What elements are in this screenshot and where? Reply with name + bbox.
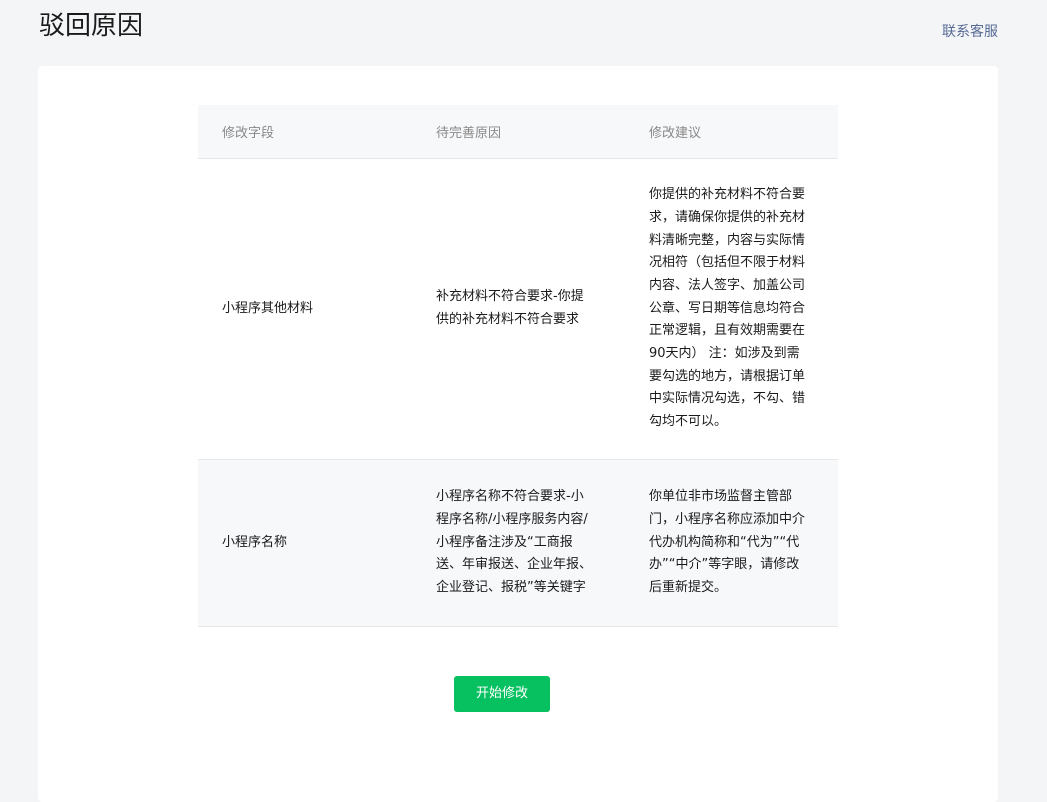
cell-field-text: 小程序其他材料 (222, 300, 314, 316)
cell-field: 小程序其他材料 (198, 158, 412, 460)
page-title: 驳回原因 (39, 11, 144, 41)
contact-support-link[interactable]: 联系客服 (942, 22, 998, 42)
table-row: 小程序其他材料 补充材料不符合要求-你提供的补充材料不符合要求 你提供的补充材料… (198, 158, 838, 460)
cell-suggestion: 你提供的补充材料不符合要求，请确保你提供的补充材料清晰完整，内容与实际情况相符（… (625, 158, 838, 460)
cell-suggestion: 你单位非市场监督主管部门，小程序名称应添加中介代办机构简称和“代为”“代办”“中… (625, 459, 838, 627)
cell-field: 小程序名称 (198, 459, 412, 627)
cell-suggestion-text: 你单位非市场监督主管部门，小程序名称应添加中介代办机构简称和“代为”“代办”“中… (649, 489, 806, 596)
table-header-row: 修改字段 待完善原因 修改建议 (198, 105, 838, 159)
table-row: 小程序名称 小程序名称不符合要求-小程序名称/小程序服务内容/小程序备注涉及“工… (198, 459, 838, 627)
start-edit-button[interactable]: 开始修改 (454, 676, 550, 712)
cell-field-text: 小程序名称 (222, 534, 288, 550)
content-card: 修改字段 待完善原因 修改建议 小程序其他材料 补充材料不符合要求-你提供的补充… (38, 66, 998, 802)
column-header-reason: 待完善原因 (412, 105, 625, 159)
rejection-reason-table: 修改字段 待完善原因 修改建议 小程序其他材料 补充材料不符合要求-你提供的补充… (198, 105, 838, 627)
cell-reason: 补充材料不符合要求-你提供的补充材料不符合要求 (412, 158, 625, 460)
page-header: 驳回原因 联系客服 (0, 0, 1047, 66)
cell-reason-text: 小程序名称不符合要求-小程序名称/小程序服务内容/小程序备注涉及“工商报送、年审… (436, 489, 593, 596)
column-header-suggestion: 修改建议 (625, 105, 838, 159)
column-header-field: 修改字段 (198, 105, 412, 159)
cell-suggestion-text: 你提供的补充材料不符合要求，请确保你提供的补充材料清晰完整，内容与实际情况相符（… (649, 187, 806, 430)
cell-reason-text: 补充材料不符合要求-你提供的补充材料不符合要求 (436, 289, 584, 327)
cell-reason: 小程序名称不符合要求-小程序名称/小程序服务内容/小程序备注涉及“工商报送、年审… (412, 459, 625, 627)
